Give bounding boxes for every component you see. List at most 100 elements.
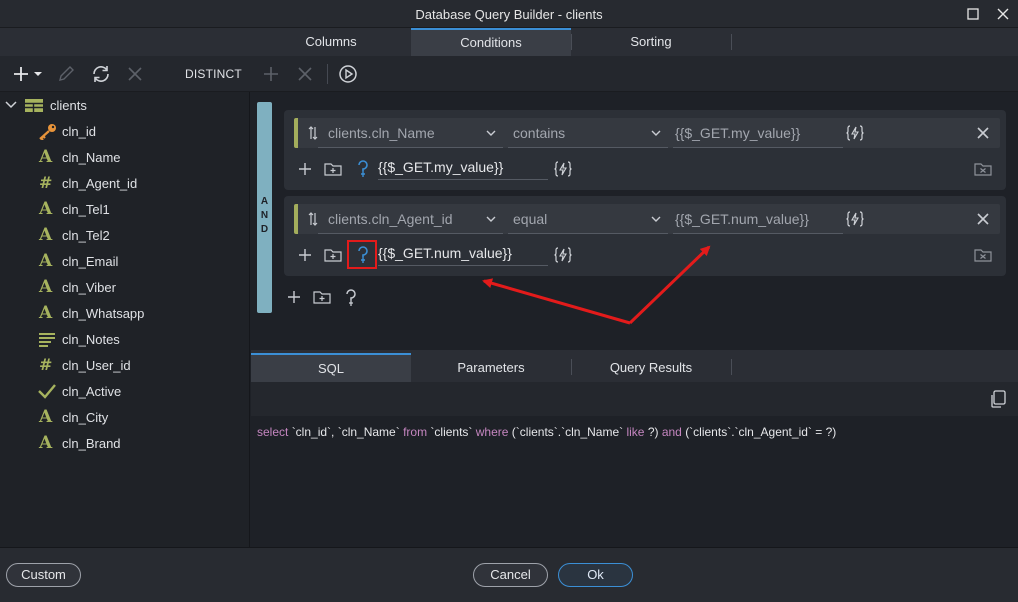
tree-column[interactable]: A cln_Email xyxy=(0,248,250,274)
add-group-folder-icon[interactable] xyxy=(324,162,342,176)
field-value: clients.cln_Name xyxy=(328,125,435,141)
column-label: cln_Email xyxy=(62,254,119,269)
cancel-button[interactable]: Cancel xyxy=(473,563,548,587)
text-icon: A xyxy=(39,433,53,453)
column-label: cln_Name xyxy=(62,150,121,165)
dynamic-data-icon[interactable] xyxy=(554,160,572,178)
tab-conditions[interactable]: Conditions xyxy=(411,28,571,56)
and-logic-toggle[interactable]: A N D xyxy=(257,102,272,313)
tree-column[interactable]: cln_Active xyxy=(0,378,250,404)
delete-condition-icon[interactable] xyxy=(296,64,314,84)
conditions-panel: A N D clients.cln_Name contains {{$_GET.… xyxy=(251,92,1018,348)
add-condition-icon[interactable] xyxy=(262,64,280,84)
close-window-icon[interactable] xyxy=(995,6,1011,22)
tree-column[interactable]: A cln_Brand xyxy=(0,430,250,456)
tab-sorting[interactable]: Sorting xyxy=(571,28,731,56)
text-icon: A xyxy=(39,251,53,271)
tree-column[interactable]: A cln_Tel2 xyxy=(0,222,250,248)
tree-column[interactable]: # cln_Agent_id xyxy=(0,170,250,196)
copy-icon[interactable] xyxy=(989,390,1007,408)
remove-condition-icon[interactable] xyxy=(976,212,990,226)
field-select[interactable]: clients.cln_Agent_id xyxy=(318,204,503,234)
chevron-down-icon xyxy=(651,216,661,222)
value-input[interactable]: {{$_GET.num_value}} xyxy=(673,204,843,234)
tree-column[interactable]: A cln_Viber xyxy=(0,274,250,300)
tree-column[interactable]: A cln_Name xyxy=(0,144,250,170)
condition-group: clients.cln_Name contains {{$_GET.my_val… xyxy=(284,110,1006,190)
remove-icon[interactable] xyxy=(126,64,144,84)
add-icon[interactable] xyxy=(298,248,312,262)
ok-button[interactable]: Ok xyxy=(558,563,633,587)
operator-select[interactable]: contains xyxy=(508,118,668,148)
edit-icon[interactable] xyxy=(56,64,76,84)
optional-param-icon[interactable] xyxy=(356,160,370,178)
text-icon: A xyxy=(39,199,53,219)
text-icon: A xyxy=(39,147,53,167)
checkmark-icon xyxy=(37,382,56,400)
schema-tree: clients cln_id A cln_Name # cln_Agent_id… xyxy=(0,92,250,547)
dialog-footer: Custom Cancel Ok xyxy=(0,547,1018,602)
custom-button[interactable]: Custom xyxy=(6,563,81,587)
parameter-underline xyxy=(378,265,548,266)
bottom-tabs: SQL Parameters Query Results xyxy=(251,350,1018,382)
sql-keyword: from xyxy=(403,425,431,439)
maximize-icon[interactable] xyxy=(965,6,981,22)
tab-sql[interactable]: SQL xyxy=(251,353,411,382)
add-group-folder-icon[interactable] xyxy=(313,290,331,304)
delete-group-folder-icon[interactable] xyxy=(974,162,992,176)
remove-condition-icon[interactable] xyxy=(976,126,990,140)
add-dropdown-button[interactable] xyxy=(12,64,46,84)
tree-table-clients[interactable]: clients xyxy=(0,92,250,118)
sql-keyword: and xyxy=(661,425,686,439)
value-input[interactable]: {{$_GET.my_value}} xyxy=(673,118,843,148)
tree-column[interactable]: cln_id xyxy=(0,118,250,144)
parameter-text[interactable]: {{$_GET.my_value}} xyxy=(378,159,503,175)
tab-columns[interactable]: Columns xyxy=(251,28,411,56)
dynamic-data-icon[interactable] xyxy=(554,246,572,264)
tree-column[interactable]: A cln_Tel1 xyxy=(0,196,250,222)
sql-keyword: like xyxy=(626,425,648,439)
column-label: cln_User_id xyxy=(62,358,131,373)
reorder-icon[interactable] xyxy=(308,126,318,140)
column-label: cln_City xyxy=(62,410,109,425)
sql-identifier: `clients` xyxy=(430,425,476,439)
logic-letter: N xyxy=(260,210,269,221)
operator-select[interactable]: equal xyxy=(508,204,668,234)
tab-query-results[interactable]: Query Results xyxy=(571,353,731,382)
condition-group: clients.cln_Agent_id equal {{$_GET.num_v… xyxy=(284,196,1006,276)
add-icon[interactable] xyxy=(298,162,312,176)
dynamic-data-icon[interactable] xyxy=(846,210,864,228)
chevron-down-icon xyxy=(486,130,496,136)
tree-column[interactable]: A cln_Whatsapp xyxy=(0,300,250,326)
logic-letter: A xyxy=(260,196,269,207)
sql-statement: select `cln_id`, `cln_Name` from `client… xyxy=(257,425,836,439)
tab-parameters[interactable]: Parameters xyxy=(411,353,571,382)
chevron-down-icon[interactable] xyxy=(4,96,22,114)
column-label: cln_Tel1 xyxy=(62,202,110,217)
tree-column[interactable]: A cln_City xyxy=(0,404,250,430)
distinct-toggle[interactable]: DISTINCT xyxy=(185,67,242,81)
reorder-icon[interactable] xyxy=(308,212,318,226)
operator-value: contains xyxy=(513,125,566,141)
condition-subrow: {{$_GET.num_value}} xyxy=(294,240,1000,270)
optional-param-icon[interactable] xyxy=(344,289,358,307)
tree-column[interactable]: # cln_User_id xyxy=(0,352,250,378)
logic-letter: D xyxy=(260,224,269,235)
refresh-icon[interactable] xyxy=(90,64,112,84)
parameter-text[interactable]: {{$_GET.num_value}} xyxy=(378,245,512,261)
run-query-icon[interactable] xyxy=(338,64,358,84)
sql-output: select `cln_id`, `cln_Name` from `client… xyxy=(251,416,1018,547)
column-label: cln_Notes xyxy=(62,332,120,347)
chevron-down-icon xyxy=(486,216,496,222)
title-bar: Database Query Builder - clients xyxy=(0,0,1018,28)
dynamic-data-icon[interactable] xyxy=(846,124,864,142)
add-icon[interactable] xyxy=(287,290,301,304)
table-icon xyxy=(24,96,43,114)
field-select[interactable]: clients.cln_Name xyxy=(318,118,503,148)
add-group-folder-icon[interactable] xyxy=(324,248,342,262)
condition-subrow: {{$_GET.my_value}} xyxy=(294,154,1000,184)
text-icon: A xyxy=(39,407,53,427)
delete-group-folder-icon[interactable] xyxy=(974,248,992,262)
tree-column[interactable]: cln_Notes xyxy=(0,326,250,352)
text-icon: A xyxy=(39,225,53,245)
